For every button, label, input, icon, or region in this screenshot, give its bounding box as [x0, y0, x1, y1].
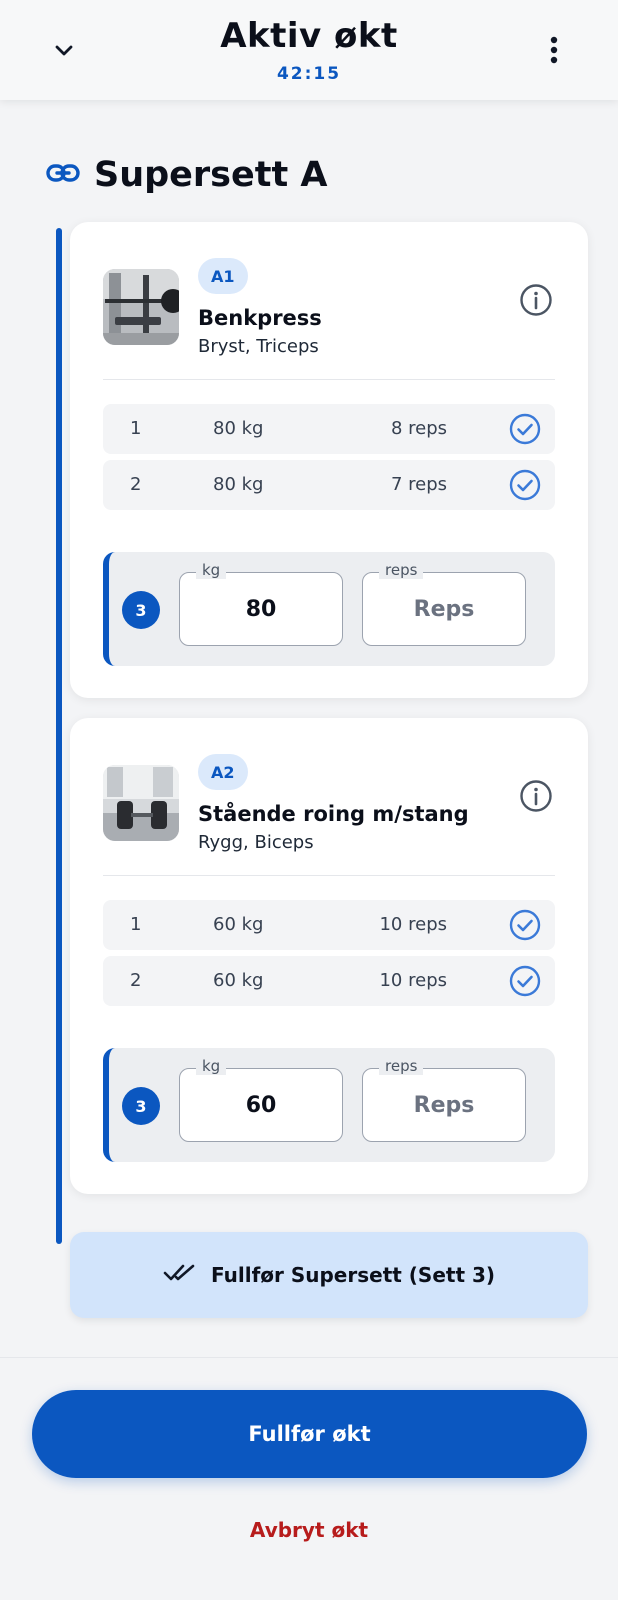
complete-superset-button[interactable]: Fullfør Supersett (Sett 3)	[70, 1232, 588, 1318]
more-vertical-icon[interactable]	[534, 30, 574, 70]
exercise-muscles: Rygg, Biceps	[198, 832, 314, 853]
check-circle-icon[interactable]	[509, 965, 541, 997]
divider	[103, 875, 555, 876]
weight-input-value: 80	[245, 596, 277, 622]
check-circle-icon[interactable]	[509, 469, 541, 501]
exercise-image	[103, 269, 179, 345]
reps-input-label: reps	[379, 561, 424, 579]
active-set-row: 3 kg 80 reps Reps	[103, 552, 555, 666]
exercise-card: A2 Stående roing m/stang Rygg, Biceps 1 …	[70, 718, 588, 1194]
info-icon[interactable]	[518, 778, 554, 814]
weight-input-value: 60	[245, 1092, 277, 1118]
set-number: 1	[130, 418, 142, 439]
set-reps: 8 reps	[390, 418, 447, 439]
set-reps: 7 reps	[390, 474, 447, 495]
completed-set-row: 1 80 kg 8 reps	[103, 404, 555, 454]
reps-input[interactable]: reps Reps	[362, 561, 526, 646]
reps-input[interactable]: reps Reps	[362, 1057, 526, 1142]
reps-input-label: reps	[379, 1057, 424, 1075]
weight-input-label: kg	[196, 1057, 227, 1075]
weight-input-label: kg	[196, 561, 227, 579]
set-weight: 60 kg	[213, 970, 264, 991]
check-circle-icon[interactable]	[509, 413, 541, 445]
info-icon[interactable]	[518, 282, 554, 318]
completed-set-row: 1 60 kg 10 reps	[103, 900, 555, 950]
superset-title: Supersett A	[94, 155, 328, 195]
weight-input[interactable]: kg 80	[179, 561, 343, 646]
link-icon	[46, 162, 80, 188]
top-app-bar: Aktiv økt 42:15	[0, 0, 618, 100]
completed-set-row: 2 80 kg 7 reps	[103, 460, 555, 510]
exercise-card: A1 Benkpress Bryst, Triceps 1 80 kg 8 re…	[70, 222, 588, 698]
complete-superset-label: Fullfør Supersett (Sett 3)	[210, 1263, 496, 1287]
active-set-number: 3	[122, 1087, 160, 1125]
exercise-badge: A1	[198, 258, 248, 294]
finish-workout-button[interactable]: Fullfør økt	[32, 1390, 587, 1478]
reps-input-placeholder: Reps	[413, 1092, 475, 1118]
superset-rail	[56, 228, 62, 1244]
active-set-row: 3 kg 60 reps Reps	[103, 1048, 555, 1162]
superset-heading: Supersett A	[46, 152, 327, 198]
exercise-name: Benkpress	[198, 306, 322, 330]
workout-timer: 42:15	[276, 64, 342, 84]
exercise-image	[103, 765, 179, 841]
double-check-icon	[163, 1263, 197, 1288]
set-weight: 80 kg	[213, 418, 264, 439]
set-weight: 80 kg	[213, 474, 264, 495]
exercise-badge: A2	[198, 754, 248, 790]
cancel-workout-link[interactable]: Avbryt økt	[0, 1518, 618, 1542]
check-circle-icon[interactable]	[509, 909, 541, 941]
divider	[103, 379, 555, 380]
active-set-number: 3	[122, 591, 160, 629]
footer-divider	[0, 1357, 618, 1358]
set-reps: 10 reps	[379, 914, 447, 935]
set-reps: 10 reps	[379, 970, 447, 991]
set-number: 2	[130, 474, 142, 495]
weight-input[interactable]: kg 60	[179, 1057, 343, 1142]
exercise-name: Stående roing m/stang	[198, 802, 469, 826]
reps-input-placeholder: Reps	[413, 596, 475, 622]
exercise-muscles: Bryst, Triceps	[198, 336, 319, 357]
page-title: Aktiv økt	[220, 16, 398, 56]
set-number: 2	[130, 970, 142, 991]
completed-set-row: 2 60 kg 10 reps	[103, 956, 555, 1006]
set-weight: 60 kg	[213, 914, 264, 935]
set-number: 1	[130, 914, 142, 935]
